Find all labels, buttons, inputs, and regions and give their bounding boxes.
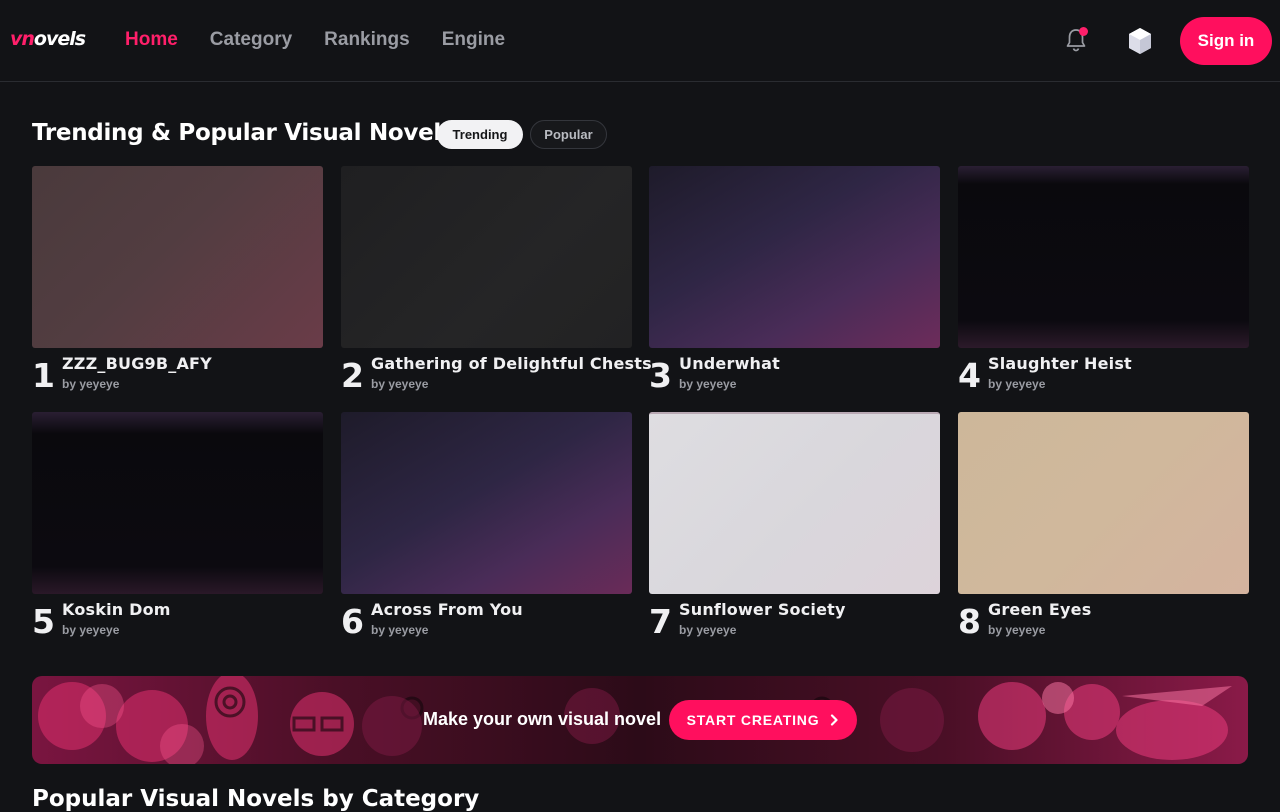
novel-author[interactable]: by yeyeye: [371, 377, 428, 391]
sign-in-button[interactable]: Sign in: [1180, 17, 1272, 65]
novel-card[interactable]: 5 Koskin Dom by yeyeye: [32, 412, 323, 641]
novel-card[interactable]: 3 Underwhat by yeyeye: [649, 166, 940, 395]
novel-thumbnail: [341, 166, 632, 348]
novel-title[interactable]: Across From You: [371, 600, 523, 619]
novel-rank: 6: [341, 602, 364, 641]
novel-title[interactable]: Slaughter Heist: [988, 354, 1132, 373]
logo-suffix: ovels: [33, 28, 86, 50]
section-title-trending: Trending & Popular Visual Novels: [32, 120, 455, 146]
novel-rank: 3: [649, 356, 672, 395]
novel-author[interactable]: by yeyeye: [679, 377, 736, 391]
novel-author[interactable]: by yeyeye: [62, 377, 119, 391]
novel-rank: 7: [649, 602, 672, 641]
site-logo[interactable]: vnovels: [10, 28, 86, 50]
start-creating-label: START CREATING: [686, 712, 820, 728]
banner-headline: Make your own visual novel: [423, 709, 662, 729]
novel-title[interactable]: Green Eyes: [988, 600, 1091, 619]
novel-title[interactable]: Gathering of Delightful Chests: [371, 354, 652, 373]
novel-thumbnail: [649, 166, 940, 348]
novel-card[interactable]: 2 Gathering of Delightful Chests by yeye…: [341, 166, 652, 395]
novel-author[interactable]: by yeyeye: [988, 377, 1045, 391]
main-nav: Home Category Rankings Engine: [125, 29, 505, 51]
novel-author[interactable]: by yeyeye: [371, 623, 428, 637]
nav-home[interactable]: Home: [125, 29, 178, 51]
nav-rankings[interactable]: Rankings: [324, 29, 410, 51]
novel-title[interactable]: Koskin Dom: [62, 600, 171, 619]
novel-card[interactable]: 1 ZZZ_BUG9B_AFY by yeyeye: [32, 166, 323, 395]
novel-card[interactable]: 4 Slaughter Heist by yeyeye: [958, 166, 1249, 395]
novel-card[interactable]: 6 Across From You by yeyeye: [341, 412, 632, 641]
novel-title[interactable]: Sunflower Society: [679, 600, 846, 619]
novel-title[interactable]: Underwhat: [679, 354, 780, 373]
tab-popular[interactable]: Popular: [530, 120, 607, 149]
top-navigation-bar: vnovels Home Category Rankings Engine Si…: [0, 0, 1280, 82]
novel-thumbnail: [341, 412, 632, 594]
novel-thumbnail: [32, 166, 323, 348]
novel-card[interactable]: 8 Green Eyes by yeyeye: [958, 412, 1249, 641]
novel-title[interactable]: ZZZ_BUG9B_AFY: [62, 354, 212, 373]
novel-thumbnail: [958, 166, 1249, 348]
novel-rank: 1: [32, 356, 55, 395]
novel-thumbnail: [958, 412, 1249, 594]
novel-rank: 5: [32, 602, 55, 641]
tab-trending[interactable]: Trending: [437, 120, 523, 149]
section-title-by-category: Popular Visual Novels by Category: [32, 786, 480, 812]
nav-engine[interactable]: Engine: [442, 29, 505, 51]
chevron-right-icon: [831, 714, 838, 726]
novel-card[interactable]: 7 Sunflower Society by yeyeye: [649, 412, 940, 641]
novel-rank: 4: [958, 356, 981, 395]
novel-thumbnail: [649, 412, 940, 594]
novel-author[interactable]: by yeyeye: [988, 623, 1045, 637]
novel-author[interactable]: by yeyeye: [62, 623, 119, 637]
novel-rank: 2: [341, 356, 364, 395]
novel-thumbnail: [32, 412, 323, 594]
novel-rank: 8: [958, 602, 981, 641]
start-creating-button[interactable]: START CREATING: [669, 700, 857, 740]
notification-badge: [1079, 27, 1088, 36]
novel-author[interactable]: by yeyeye: [679, 623, 736, 637]
logo-prefix: vn: [10, 28, 35, 50]
gem-icon[interactable]: [1126, 26, 1154, 56]
nav-category[interactable]: Category: [210, 29, 292, 51]
